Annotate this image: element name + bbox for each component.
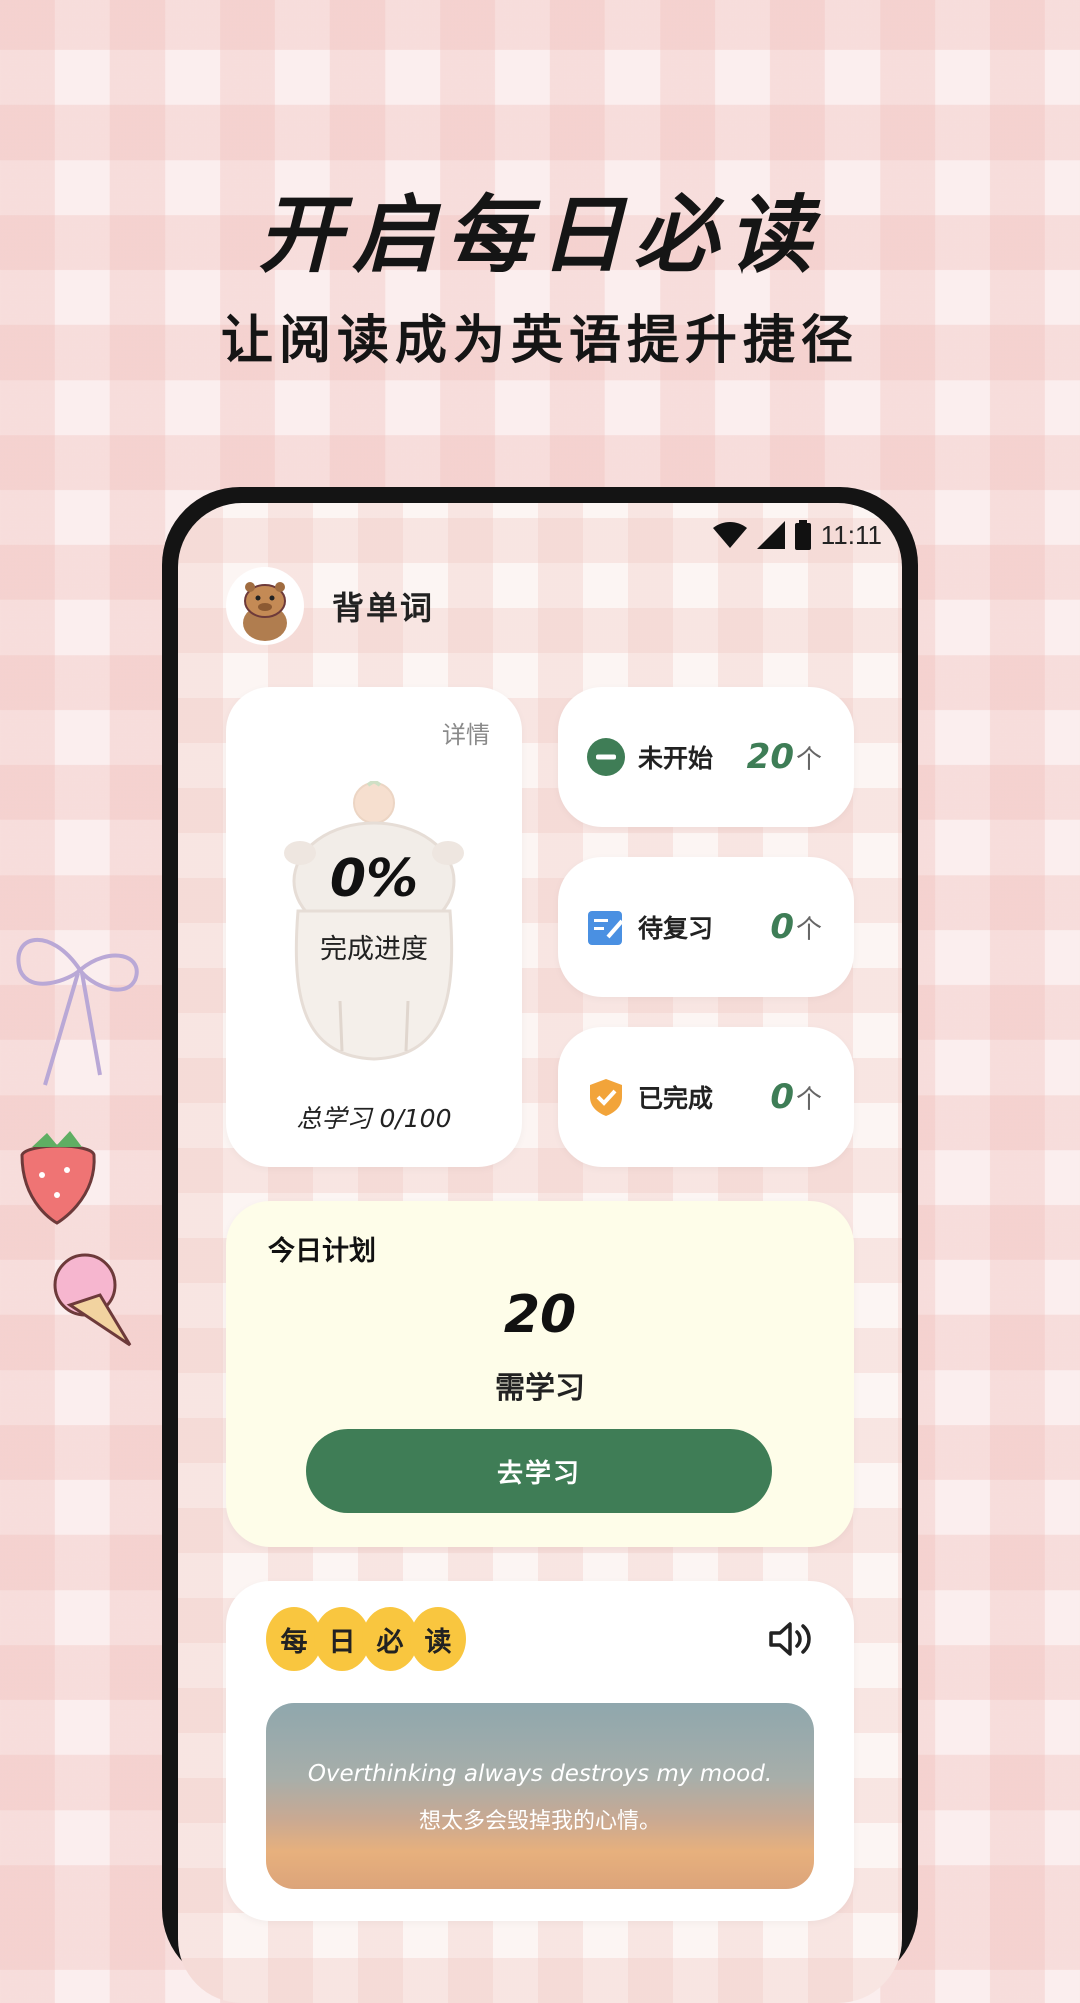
signal-icon — [756, 521, 785, 549]
status-bar: 11:11 — [712, 517, 882, 553]
stat-value: 20个 — [746, 737, 822, 777]
speaker-icon[interactable] — [768, 1619, 814, 1659]
minus-circle-icon — [586, 737, 626, 777]
phone-screen: 11:11 背单词 详情 0% 完成进度 总学习 0/100 未开始 20个 待… — [178, 503, 902, 2003]
quote-english: Overthinking always destroys my mood. — [307, 1761, 773, 1787]
completion-percent: 0% — [329, 849, 419, 909]
capybara-avatar-icon — [243, 582, 287, 641]
shield-check-icon — [586, 1077, 626, 1117]
completion-label: 完成进度 — [320, 934, 428, 965]
stat-label: 已完成 — [638, 1084, 714, 1113]
avatar[interactable] — [226, 567, 304, 645]
strawberry-icon — [20, 1131, 96, 1225]
total-study-label: 总学习 0/100 — [296, 1104, 452, 1133]
wifi-icon — [712, 522, 747, 548]
go-study-button[interactable]: 去学习 — [306, 1429, 772, 1513]
stat-label: 待复习 — [638, 914, 714, 943]
quote-chinese: 想太多会毁掉我的心情。 — [418, 1809, 661, 1834]
badge-char: 读 — [410, 1607, 466, 1671]
progress-card: 详情 0% 完成进度 总学习 0/100 — [226, 687, 522, 1167]
ribbon-bow-icon — [16, 938, 139, 1086]
app-header: 背单词 — [226, 567, 434, 645]
edit-note-icon — [586, 907, 626, 947]
today-plan-card: 今日计划 20 需学习 去学习 — [226, 1201, 854, 1547]
details-link[interactable]: 详情 — [442, 715, 490, 750]
plan-need-study-label: 需学习 — [495, 1371, 585, 1406]
quote-box[interactable]: Overthinking always destroys my mood. 想太… — [266, 1703, 814, 1889]
stat-value: 0个 — [770, 1077, 822, 1117]
daily-reading-badge: 每 日 必 读 — [266, 1607, 466, 1671]
stat-card-completed[interactable]: 已完成 0个 — [558, 1027, 854, 1167]
ice-cream-icon — [53, 1253, 132, 1347]
battery-icon — [794, 520, 811, 550]
capybara-watermark-icon — [284, 781, 464, 1061]
stat-card-to-review[interactable]: 待复习 0个 — [558, 857, 854, 997]
plan-word-count: 20 — [503, 1285, 577, 1345]
phone-frame: 11:11 背单词 详情 0% 完成进度 总学习 0/100 未开始 20个 待… — [162, 487, 918, 2003]
promo-title: 开启每日必读 — [257, 186, 822, 284]
header-title: 背单词 — [332, 589, 435, 627]
promo-subtitle: 让阅读成为英语提升捷径 — [220, 311, 859, 371]
stat-value: 0个 — [770, 907, 822, 947]
daily-reading-card[interactable]: 每 日 必 读 Overthinking always destroys my … — [226, 1581, 854, 1921]
plan-title: 今日计划 — [268, 1236, 376, 1267]
status-time: 11:11 — [820, 519, 882, 550]
stat-label: 未开始 — [638, 744, 714, 773]
stat-card-not-started[interactable]: 未开始 20个 — [558, 687, 854, 827]
